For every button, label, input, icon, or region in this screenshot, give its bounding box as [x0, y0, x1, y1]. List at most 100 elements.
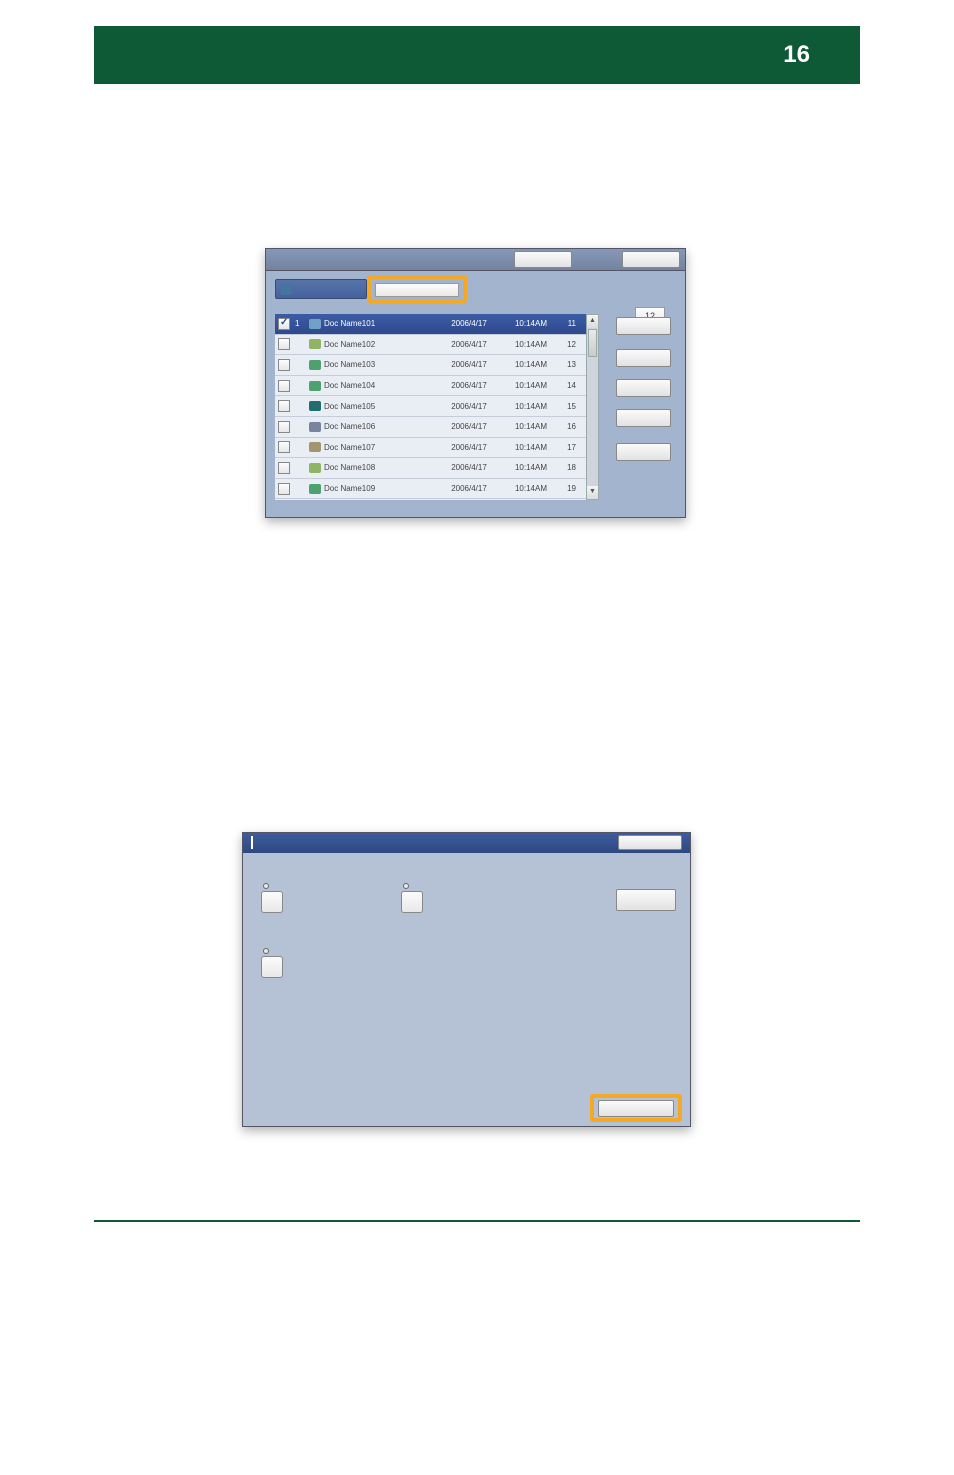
table-row[interactable]: Doc Name1022006/4/1710:14AM12 — [275, 335, 592, 356]
radio-icon[interactable] — [263, 948, 269, 954]
scroll-thumb[interactable] — [588, 329, 597, 357]
panel1-tab-row: 12 — [266, 271, 685, 307]
panel1-side-button-2[interactable] — [616, 349, 671, 367]
document-date: 2006/4/17 — [436, 402, 502, 411]
footer-divider — [94, 1220, 860, 1222]
row-number: 1 — [295, 319, 309, 328]
scroll-down-icon[interactable]: ▼ — [587, 486, 598, 499]
row-checkbox[interactable] — [278, 338, 290, 350]
document-name: Doc Name104 — [324, 381, 436, 390]
document-date: 2006/4/17 — [436, 443, 502, 452]
radio-icon[interactable] — [263, 883, 269, 889]
document-index: 19 — [560, 484, 580, 493]
document-name: Doc Name108 — [324, 463, 436, 472]
document-time: 10:14AM — [502, 402, 560, 411]
page-header: 16 — [94, 26, 860, 84]
panel1-titlebar — [266, 249, 685, 271]
panel2-body — [243, 853, 690, 1126]
document-name: Doc Name103 — [324, 360, 436, 369]
page-number: 16 — [783, 41, 810, 69]
radio-icon[interactable] — [403, 883, 409, 889]
row-checkbox[interactable] — [278, 483, 290, 495]
row-checkbox[interactable] — [278, 421, 290, 433]
document-time: 10:14AM — [502, 422, 560, 431]
document-index: 14 — [560, 381, 580, 390]
document-icon — [309, 319, 321, 329]
document-time: 10:14AM — [502, 443, 560, 452]
document-time: 10:14AM — [502, 381, 560, 390]
document-index: 16 — [560, 422, 580, 431]
title-cursor — [251, 836, 253, 849]
document-index: 17 — [560, 443, 580, 452]
bottom-button-highlight — [590, 1094, 682, 1122]
table-scrollbar[interactable]: ▲ ▼ — [586, 314, 599, 500]
document-icon — [309, 442, 321, 452]
table-row[interactable]: 1 Doc Name1012006/4/1710:14AM11 — [275, 314, 592, 335]
panel1-title-button-2[interactable] — [622, 251, 680, 268]
row-checkbox[interactable] — [278, 462, 290, 474]
scroll-up-icon[interactable]: ▲ — [587, 315, 598, 328]
table-row[interactable]: Doc Name1082006/4/1710:14AM18 — [275, 458, 592, 479]
thumbnail-box[interactable] — [401, 891, 423, 913]
document-name: Doc Name107 — [324, 443, 436, 452]
document-date: 2006/4/17 — [436, 422, 502, 431]
document-date: 2006/4/17 — [436, 381, 502, 390]
row-checkbox[interactable] — [278, 380, 290, 392]
document-date: 2006/4/17 — [436, 463, 502, 472]
document-name: Doc Name101 — [324, 319, 436, 328]
document-time: 10:14AM — [502, 484, 560, 493]
document-icon — [309, 339, 321, 349]
table-row[interactable]: Doc Name1042006/4/1710:14AM14 — [275, 376, 592, 397]
row-checkbox[interactable] — [278, 400, 290, 412]
panel1-side-button-1[interactable] — [616, 317, 671, 335]
search-input[interactable] — [375, 283, 459, 297]
row-checkbox[interactable] — [278, 318, 290, 330]
thumbnail-2[interactable] — [401, 883, 423, 913]
document-date: 2006/4/17 — [436, 484, 502, 493]
document-name: Doc Name109 — [324, 484, 436, 493]
document-index: 18 — [560, 463, 580, 472]
panel1-side-button-4[interactable] — [616, 409, 671, 427]
document-index: 13 — [560, 360, 580, 369]
thumbnail-box[interactable] — [261, 956, 283, 978]
panel2-title-button[interactable] — [618, 835, 682, 850]
table-row[interactable]: Doc Name1062006/4/1710:14AM16 — [275, 417, 592, 438]
document-icon — [309, 360, 321, 370]
thumbnail-panel — [242, 832, 691, 1127]
document-name: Doc Name102 — [324, 340, 436, 349]
panel2-bottom-button[interactable] — [598, 1100, 674, 1117]
document-time: 10:14AM — [502, 463, 560, 472]
panel2-right-button[interactable] — [616, 889, 676, 911]
row-checkbox[interactable] — [278, 359, 290, 371]
document-date: 2006/4/17 — [436, 340, 502, 349]
document-list-panel: 12 1Doc Name1012006/4/1710:14AM11Doc Nam… — [265, 248, 686, 518]
table-row[interactable]: Doc Name1072006/4/1710:14AM17 — [275, 438, 592, 459]
panel1-tab[interactable] — [275, 279, 367, 299]
table-row[interactable]: Doc Name1052006/4/1710:14AM15 — [275, 396, 592, 417]
document-index: 12 — [560, 340, 580, 349]
document-index: 11 — [560, 319, 580, 328]
table-row[interactable]: Doc Name1032006/4/1710:14AM13 — [275, 355, 592, 376]
document-icon — [309, 463, 321, 473]
document-icon — [309, 381, 321, 391]
document-name: Doc Name105 — [324, 402, 436, 411]
document-index: 15 — [560, 402, 580, 411]
thumbnail-3[interactable] — [261, 948, 283, 978]
panel1-title-button-1[interactable] — [514, 251, 572, 268]
document-time: 10:14AM — [502, 340, 560, 349]
document-time: 10:14AM — [502, 360, 560, 369]
panel1-side-button-5[interactable] — [616, 443, 671, 461]
document-date: 2006/4/17 — [436, 319, 502, 328]
panel2-titlebar — [243, 833, 690, 853]
document-icon — [309, 484, 321, 494]
table-row[interactable]: Doc Name1092006/4/1710:14AM19 — [275, 479, 592, 500]
thumbnail-1[interactable] — [261, 883, 283, 913]
document-time: 10:14AM — [502, 319, 560, 328]
row-checkbox[interactable] — [278, 441, 290, 453]
document-date: 2006/4/17 — [436, 360, 502, 369]
thumbnail-box[interactable] — [261, 891, 283, 913]
panel1-side-button-3[interactable] — [616, 379, 671, 397]
search-input-highlight — [367, 275, 467, 303]
document-name: Doc Name106 — [324, 422, 436, 431]
document-icon — [309, 401, 321, 411]
